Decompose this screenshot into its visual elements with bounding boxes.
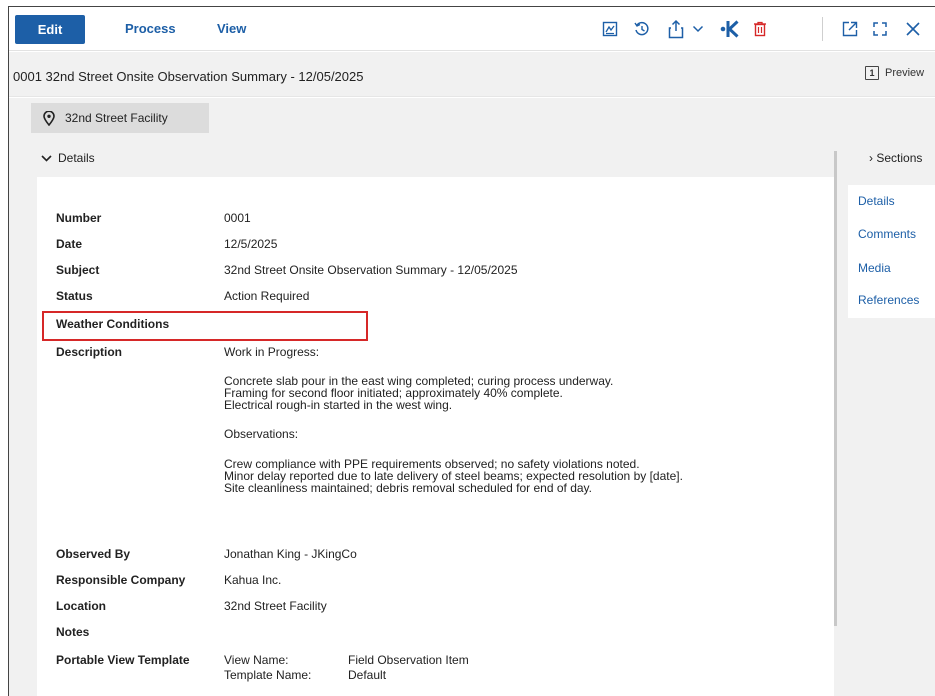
observed-by-value: Jonathan King - JKingCo	[224, 547, 357, 561]
preview-label: Preview	[885, 67, 925, 79]
description-line	[224, 411, 683, 423]
view-name-label: View Name:	[224, 653, 289, 667]
kahua-icon[interactable]	[719, 17, 741, 41]
sections-panel: Details Comments Media References	[848, 185, 935, 318]
status-value: Action Required	[224, 289, 310, 303]
preview-icon: 1	[865, 66, 879, 80]
history-icon[interactable]	[631, 17, 653, 41]
details-header-label: Details	[58, 151, 95, 165]
open-external-icon[interactable]	[839, 17, 861, 41]
number-value: 0001	[224, 211, 251, 225]
toolbar: Edit Process View	[9, 7, 935, 51]
notes-label: Notes	[56, 625, 90, 639]
edit-button[interactable]: Edit	[15, 15, 85, 44]
description-value: Work in Progress: Concrete slab pour in …	[224, 346, 683, 494]
view-menu[interactable]: View	[217, 21, 246, 36]
details-section-toggle[interactable]: Details	[41, 151, 95, 165]
location-label: Location	[56, 599, 106, 613]
section-link-details[interactable]: Details	[858, 194, 895, 208]
section-link-references[interactable]: References	[858, 293, 919, 307]
description-line: Site cleanliness maintained; debris remo…	[224, 481, 592, 495]
description-label: Description	[56, 345, 123, 359]
close-icon[interactable]	[902, 17, 924, 41]
section-link-comments[interactable]: Comments	[858, 227, 916, 241]
location-chip-label: 32nd Street Facility	[65, 111, 168, 125]
location-chip[interactable]: 32nd Street Facility	[31, 103, 209, 133]
app-window: Edit Process View 0001 32nd Street Onsit…	[8, 6, 935, 696]
chevron-down-icon	[41, 154, 52, 162]
fullscreen-icon[interactable]	[869, 17, 891, 41]
date-label: Date	[56, 237, 83, 251]
number-label: Number	[56, 211, 102, 225]
description-line	[224, 358, 683, 370]
view-name-value: Field Observation Item	[348, 653, 469, 667]
status-label: Status	[56, 289, 93, 303]
chevron-down-icon[interactable]	[687, 17, 709, 41]
process-menu[interactable]: Process	[125, 21, 176, 36]
delete-icon[interactable]	[749, 17, 771, 41]
signature-icon[interactable]	[599, 17, 621, 41]
sections-toggle-label: Sections	[876, 151, 923, 165]
section-link-media[interactable]: Media	[858, 261, 891, 275]
title-bar: 0001 32nd Street Onsite Observation Summ…	[9, 52, 935, 97]
template-name-value: Default	[348, 668, 387, 682]
sections-toggle[interactable]: › Sections	[869, 151, 922, 165]
location-value: 32nd Street Facility	[224, 599, 327, 613]
share-icon[interactable]	[665, 17, 687, 41]
description-line: Observations:	[224, 427, 299, 441]
highlight-box	[42, 311, 368, 341]
responsible-company-label: Responsible Company	[56, 573, 186, 587]
location-pin-icon	[43, 110, 55, 126]
toolbar-divider	[822, 17, 823, 41]
preview-button[interactable]: 1 Preview	[865, 66, 924, 80]
description-line	[224, 440, 683, 452]
observed-by-label: Observed By	[56, 547, 131, 561]
page-title: 0001 32nd Street Onsite Observation Summ…	[13, 69, 364, 84]
subject-value: 32nd Street Onsite Observation Summary -…	[224, 263, 518, 277]
chevron-right-icon: ›	[869, 151, 873, 165]
responsible-company-value: Kahua Inc.	[224, 573, 282, 587]
subject-label: Subject	[56, 263, 100, 277]
template-name-label: Template Name:	[224, 668, 312, 682]
description-line: Electrical rough-in started in the west …	[224, 398, 453, 412]
description-line: Work in Progress:	[224, 345, 320, 359]
date-value: 12/5/2025	[224, 237, 278, 251]
vertical-scrollbar[interactable]	[834, 151, 837, 626]
portable-view-template-label: Portable View Template	[56, 653, 190, 667]
